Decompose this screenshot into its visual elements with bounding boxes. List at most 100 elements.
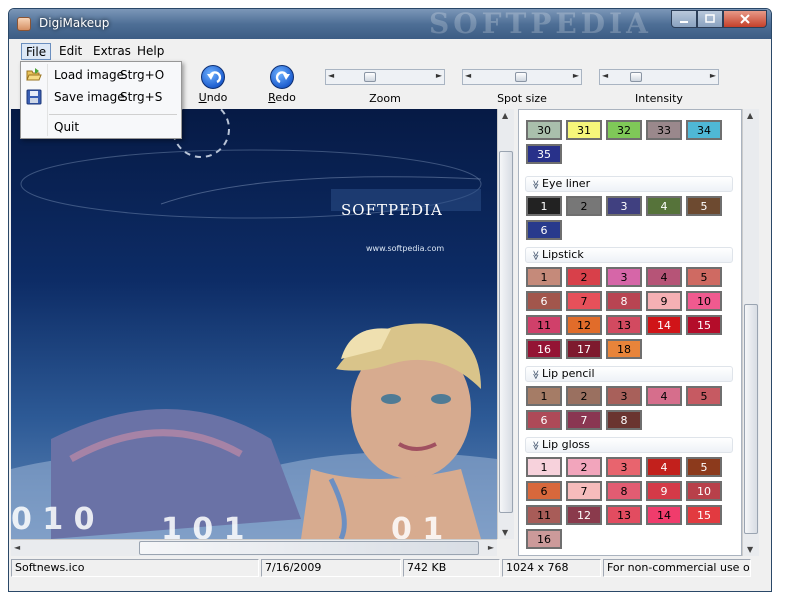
file-menu-dropdown: Load image Strg+O Save image Strg+S Quit [20,61,182,139]
lip-pencil-swatch-3[interactable]: 3 [606,386,642,406]
scroll-down-arrow-icon[interactable]: ▼ [502,528,508,537]
lip-pencil-swatch-8[interactable]: 8 [606,410,642,430]
lip-gloss-swatch-13[interactable]: 13 [606,505,642,525]
spot-size-slider[interactable]: ◄ ► [462,69,582,85]
lipstick-group-header[interactable]: ≫ Lipstick [525,247,733,263]
svg-text:0 1: 0 1 [391,512,443,539]
eye-liner-swatch-4[interactable]: 4 [646,196,682,216]
lip-pencil-swatch-2[interactable]: 2 [566,386,602,406]
lip-gloss-swatch-1[interactable]: 1 [526,457,562,477]
lip-pencil-group-header[interactable]: ≫ Lip pencil [525,366,733,382]
eye-shadow-swatch-32[interactable]: 32 [606,120,642,140]
palette-vscroll-thumb[interactable] [744,304,758,534]
lip-gloss-group-header[interactable]: ≫ Lip gloss [525,437,733,453]
lip-gloss-swatch-16[interactable]: 16 [526,529,562,549]
menu-separator [49,114,177,115]
lip-pencil-swatch-1[interactable]: 1 [526,386,562,406]
lipstick-swatch-18[interactable]: 18 [606,339,642,359]
menu-item-load-image[interactable]: Load image Strg+O [21,64,181,86]
lip-pencil-swatch-5[interactable]: 5 [686,386,722,406]
menu-item-quit[interactable]: Quit [21,116,181,138]
eye-liner-swatch-6[interactable]: 6 [526,220,562,240]
lip-gloss-swatch-11[interactable]: 11 [526,505,562,525]
lipstick-swatch-12[interactable]: 12 [566,315,602,335]
lipstick-swatch-10[interactable]: 10 [686,291,722,311]
eye-liner-swatch-5[interactable]: 5 [686,196,722,216]
menu-edit[interactable]: Edit [55,43,86,60]
app-icon[interactable] [17,17,31,31]
lip-gloss-swatch-8[interactable]: 8 [606,481,642,501]
eye-liner-group-header[interactable]: ≫ Eye liner [525,176,733,192]
scroll-down-arrow-icon[interactable]: ▼ [747,545,753,554]
lip-gloss-swatch-9[interactable]: 9 [646,481,682,501]
lipstick-swatch-5[interactable]: 5 [686,267,722,287]
eye-liner-swatch-2[interactable]: 2 [566,196,602,216]
menu-help[interactable]: Help [133,43,168,60]
lip-pencil-swatch-7[interactable]: 7 [566,410,602,430]
lipstick-swatch-15[interactable]: 15 [686,315,722,335]
lipstick-swatch-1[interactable]: 1 [526,267,562,287]
menu-item-save-image[interactable]: Save image Strg+S [21,86,181,108]
lip-pencil-swatch-4[interactable]: 4 [646,386,682,406]
image-canvas[interactable]: 0 1 0 1 0 1 0 1 SOFTPEDIA www.softpedia.… [11,109,497,539]
eye-liner-swatch-1[interactable]: 1 [526,196,562,216]
eye-shadow-swatch-33[interactable]: 33 [646,120,682,140]
palette-vertical-scrollbar[interactable]: ▲ ▼ [742,109,759,556]
lip-pencil-swatch-6[interactable]: 6 [526,410,562,430]
lip-gloss-swatch-2[interactable]: 2 [566,457,602,477]
spot-size-slider-thumb[interactable] [515,72,527,82]
zoom-slider-thumb[interactable] [364,72,376,82]
redo-button[interactable]: Redo [262,65,302,104]
undo-button[interactable]: Undo [193,65,233,104]
lip-gloss-swatch-5[interactable]: 5 [686,457,722,477]
save-image-label: Save image [54,90,125,104]
image-vertical-scrollbar[interactable]: ▲ ▼ [497,109,514,539]
status-bar: Softnews.ico 7/16/2009 742 KB 1024 x 768… [11,559,761,579]
slider-right-arrow-icon: ► [435,71,442,80]
lip-gloss-swatch-6[interactable]: 6 [526,481,562,501]
scroll-up-arrow-icon[interactable]: ▲ [747,111,753,120]
title-bar[interactable]: DigiMakeup SOFTPEDIA [9,9,771,40]
lipstick-swatch-7[interactable]: 7 [566,291,602,311]
eye-shadow-swatch-31[interactable]: 31 [566,120,602,140]
minimize-button[interactable] [671,10,697,28]
menu-file[interactable]: File [21,43,52,60]
image-vscroll-thumb[interactable] [499,151,513,513]
menu-extras[interactable]: Extras [89,43,135,60]
lipstick-swatch-17[interactable]: 17 [566,339,602,359]
lipstick-swatch-11[interactable]: 11 [526,315,562,335]
intensity-slider[interactable]: ◄ ► [599,69,719,85]
eye-shadow-swatch-35[interactable]: 35 [526,144,562,164]
lipstick-swatch-8[interactable]: 8 [606,291,642,311]
scroll-right-arrow-icon[interactable]: ► [488,543,494,552]
lipstick-swatch-13[interactable]: 13 [606,315,642,335]
undo-label: ndo [206,91,228,104]
lipstick-swatch-2[interactable]: 2 [566,267,602,287]
zoom-slider[interactable]: ◄ ► [325,69,445,85]
close-button[interactable] [723,10,767,28]
lipstick-swatch-3[interactable]: 3 [606,267,642,287]
lip-gloss-swatch-10[interactable]: 10 [686,481,722,501]
eye-shadow-swatch-34[interactable]: 34 [686,120,722,140]
image-horizontal-scrollbar[interactable]: ◄ ► [11,539,497,556]
lipstick-swatch-4[interactable]: 4 [646,267,682,287]
lip-gloss-swatch-15[interactable]: 15 [686,505,722,525]
image-hscroll-thumb[interactable] [139,541,479,555]
maximize-button[interactable] [697,10,723,28]
lipstick-swatch-6[interactable]: 6 [526,291,562,311]
lip-gloss-swatch-3[interactable]: 3 [606,457,642,477]
lip-gloss-swatch-4[interactable]: 4 [646,457,682,477]
lipstick-swatch-16[interactable]: 16 [526,339,562,359]
scroll-up-arrow-icon[interactable]: ▲ [502,111,508,120]
lip-gloss-swatch-14[interactable]: 14 [646,505,682,525]
eye-liner-swatch-3[interactable]: 3 [606,196,642,216]
scroll-left-arrow-icon[interactable]: ◄ [14,543,20,552]
eye-shadow-swatch-30[interactable]: 30 [526,120,562,140]
lipstick-swatch-9[interactable]: 9 [646,291,682,311]
slider-right-arrow-icon: ► [572,71,579,80]
lip-gloss-swatch-12[interactable]: 12 [566,505,602,525]
lipstick-swatch-14[interactable]: 14 [646,315,682,335]
lip-gloss-swatch-7[interactable]: 7 [566,481,602,501]
svg-text:1 0 1: 1 0 1 [161,512,245,539]
intensity-slider-thumb[interactable] [630,72,642,82]
